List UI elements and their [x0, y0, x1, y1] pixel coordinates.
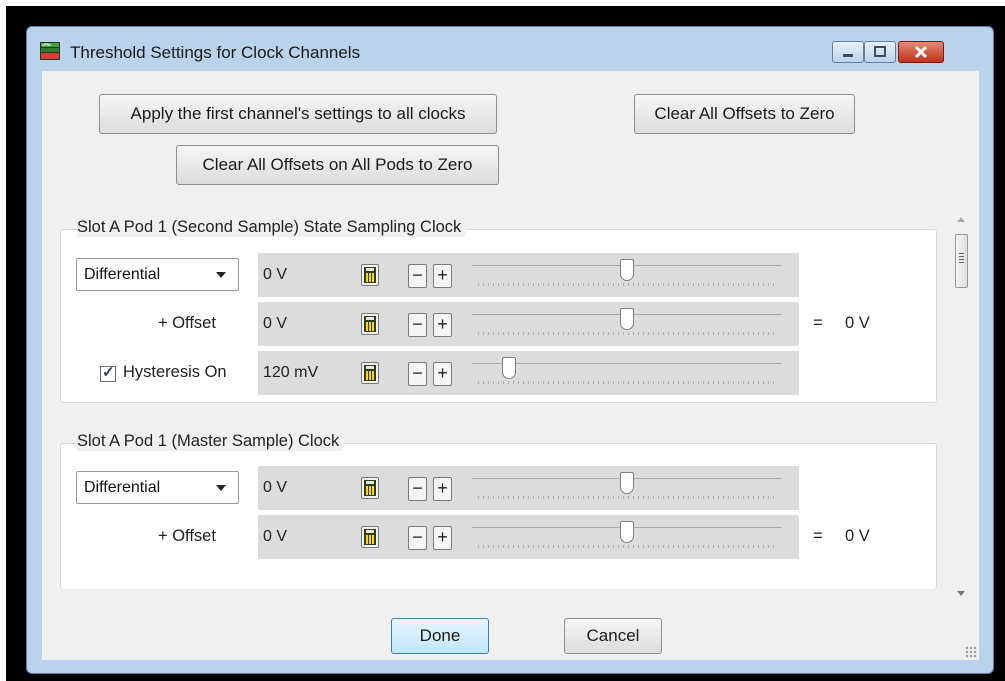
slider-thumb[interactable] — [620, 259, 634, 281]
calculator-icon[interactable] — [361, 264, 379, 286]
apply-first-channel-button[interactable]: Apply the first channel's settings to al… — [99, 94, 497, 134]
offset-label: + Offset — [158, 527, 216, 545]
chevron-down-icon — [216, 272, 226, 278]
offset-result: 0 V — [845, 527, 870, 545]
decrement-button[interactable]: − — [408, 477, 427, 501]
dialog-content: Apply the first channel's settings to al… — [42, 71, 979, 660]
threshold-value: 0 V — [263, 266, 288, 283]
increment-button[interactable]: + — [433, 477, 452, 501]
minimize-button[interactable] — [832, 41, 864, 63]
offset-value: 0 V — [263, 315, 288, 332]
slider-thumb[interactable] — [620, 521, 634, 543]
group-title: Slot A Pod 1 (Second Sample) State Sampl… — [77, 218, 466, 237]
mode-select[interactable]: Differential — [76, 471, 239, 504]
close-icon — [914, 45, 928, 59]
threshold-control: 0 V − + — [258, 253, 799, 297]
slider-track[interactable] — [472, 363, 782, 364]
threshold-settings-dialog: Threshold Settings for Clock Channels Ap… — [26, 26, 994, 674]
app-icon — [40, 42, 60, 60]
offset-label: + Offset — [158, 314, 216, 332]
scroll-down-arrow-icon[interactable] — [957, 591, 965, 596]
slider-ticks — [478, 332, 778, 335]
group-title: Slot A Pod 1 (Master Sample) Clock — [77, 432, 344, 451]
clear-all-pods-offsets-button[interactable]: Clear All Offsets on All Pods to Zero — [176, 145, 499, 185]
scroll-up-arrow-icon[interactable] — [957, 217, 965, 222]
calculator-icon[interactable] — [361, 362, 379, 384]
mode-select-value: Differential — [84, 479, 161, 496]
increment-button[interactable]: + — [433, 264, 452, 288]
vertical-scrollbar[interactable] — [953, 197, 971, 599]
slider-ticks — [478, 545, 778, 548]
increment-button[interactable]: + — [433, 362, 452, 386]
maximize-button[interactable] — [864, 41, 896, 63]
cancel-button[interactable]: Cancel — [564, 618, 662, 654]
decrement-button[interactable]: − — [408, 313, 427, 337]
slider-thumb[interactable] — [620, 308, 634, 330]
calculator-icon[interactable] — [361, 477, 379, 499]
decrement-button[interactable]: − — [408, 526, 427, 550]
window-title: Threshold Settings for Clock Channels — [70, 43, 361, 62]
mode-select-value: Differential — [84, 266, 161, 283]
grip-icon — [959, 253, 964, 263]
resize-grip-icon[interactable] — [965, 646, 977, 658]
increment-button[interactable]: + — [433, 313, 452, 337]
slider-ticks — [478, 283, 778, 286]
clock-group-master-sample: Slot A Pod 1 (Master Sample) Clock Diffe… — [60, 432, 937, 589]
offset-equals-sign: = — [813, 527, 823, 545]
slider-ticks — [478, 381, 778, 384]
offset-value: 0 V — [263, 528, 288, 545]
scrollbar-thumb[interactable] — [955, 234, 968, 288]
hysteresis-value: 120 mV — [263, 364, 319, 381]
clock-group-second-sample: Slot A Pod 1 (Second Sample) State Sampl… — [60, 218, 937, 403]
minimize-icon — [843, 54, 853, 57]
calculator-icon[interactable] — [361, 526, 379, 548]
clear-offsets-button[interactable]: Clear All Offsets to Zero — [634, 94, 855, 134]
hysteresis-checkbox[interactable]: ✓ — [100, 364, 116, 382]
hysteresis-control: 120 mV − + — [258, 351, 799, 395]
slider-ticks — [478, 496, 778, 499]
offset-equals-sign: = — [813, 314, 823, 332]
calculator-icon[interactable] — [361, 313, 379, 335]
increment-button[interactable]: + — [433, 526, 452, 550]
title-bar[interactable]: Threshold Settings for Clock Channels — [27, 27, 993, 71]
close-button[interactable] — [898, 41, 944, 63]
threshold-value: 0 V — [263, 479, 288, 496]
offset-result: 0 V — [845, 314, 870, 332]
offset-control: 0 V − + — [258, 515, 799, 559]
slider-thumb[interactable] — [620, 472, 634, 494]
check-icon: ✓ — [102, 364, 115, 381]
maximize-icon — [874, 46, 886, 57]
slider-thumb[interactable] — [502, 357, 517, 379]
done-button[interactable]: Done — [391, 618, 489, 654]
chevron-down-icon — [216, 485, 226, 491]
hysteresis-label: Hysteresis On — [123, 363, 227, 381]
offset-control: 0 V − + — [258, 302, 799, 346]
decrement-button[interactable]: − — [408, 362, 427, 386]
threshold-control: 0 V − + — [258, 466, 799, 510]
mode-select[interactable]: Differential — [76, 258, 239, 291]
decrement-button[interactable]: − — [408, 264, 427, 288]
